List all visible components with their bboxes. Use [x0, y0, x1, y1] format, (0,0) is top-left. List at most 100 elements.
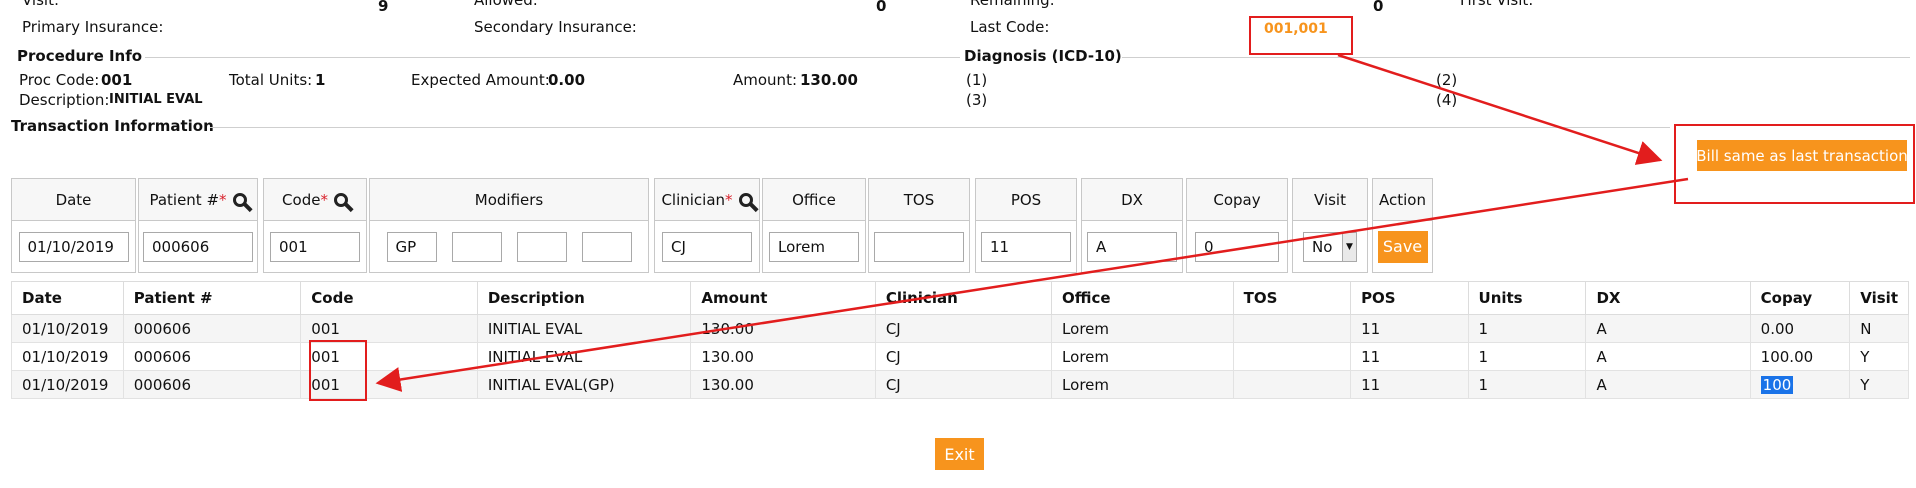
diagnosis-3: (3): [966, 91, 988, 109]
annotation-box-bill-same: [1674, 124, 1915, 204]
office-input[interactable]: Lorem: [769, 231, 859, 262]
amount-label: Amount:: [733, 71, 797, 89]
cell-visit: N: [1849, 314, 1909, 343]
cell-amount: 130.00: [690, 342, 876, 371]
cell-tos: [1232, 370, 1352, 399]
cell-copay: 0.00: [1749, 314, 1851, 343]
entry-visit-header: Visit: [1293, 179, 1367, 221]
last-code-label: Last Code:: [970, 18, 1050, 36]
remaining-label: Remaining:: [970, 0, 1055, 9]
col-amount: Amount: [690, 281, 876, 315]
transaction-info-title: Transaction Information: [11, 117, 214, 135]
clinician-search-icon[interactable]: [738, 192, 753, 207]
primary-insurance-label: Primary Insurance:: [22, 18, 164, 36]
pos-input[interactable]: 11: [981, 231, 1071, 262]
code-input[interactable]: 001: [270, 231, 360, 262]
cell-dx: A: [1585, 314, 1751, 343]
cell-patient: 000606: [122, 370, 302, 399]
clinician-input[interactable]: CJ: [662, 231, 752, 262]
diagnosis-title: Diagnosis (ICD-10): [964, 47, 1122, 65]
modifier-1-input[interactable]: GP: [386, 231, 437, 262]
cell-patient: 000606: [122, 342, 302, 371]
cell-clinician: CJ: [874, 370, 1053, 399]
entry-code-header: Code: [282, 190, 321, 209]
patient-input[interactable]: 000606: [143, 231, 253, 262]
col-clinician: Clinician: [874, 281, 1053, 315]
secondary-insurance-label: Secondary Insurance:: [474, 18, 637, 36]
cell-pos: 11: [1350, 314, 1469, 343]
annotation-box-last-code: [1249, 16, 1353, 55]
entry-tos-header: TOS: [869, 179, 969, 221]
patient-search-icon[interactable]: [232, 192, 247, 207]
entry-copay-header: Copay: [1187, 179, 1287, 221]
cell-pos: 11: [1350, 370, 1469, 399]
entry-date-cell: Date 01/10/2019: [11, 178, 136, 273]
exit-button[interactable]: Exit: [935, 438, 984, 470]
cell-copay[interactable]: 100: [1749, 370, 1851, 399]
entry-dx-cell: DX A: [1081, 178, 1183, 273]
cell-office: Lorem: [1051, 342, 1234, 371]
total-units-value: 1: [315, 71, 326, 89]
description-value: INITIAL EVAL: [109, 92, 203, 107]
dx-input[interactable]: A: [1087, 231, 1177, 262]
transaction-info-rule: [210, 127, 1670, 128]
cell-units: 1: [1467, 370, 1587, 399]
cell-pos: 11: [1350, 342, 1469, 371]
entry-tos-cell: TOS: [868, 178, 970, 273]
visit-value: 9: [378, 0, 389, 15]
entry-dx-header: DX: [1082, 179, 1182, 221]
modifier-4-input[interactable]: [581, 231, 632, 262]
col-copay: Copay: [1749, 281, 1851, 315]
proc-code-value: 001: [101, 71, 133, 89]
col-units: Units: [1467, 281, 1587, 315]
modifier-3-input[interactable]: [516, 231, 567, 262]
col-office: Office: [1051, 281, 1234, 315]
cell-clinician: CJ: [874, 314, 1053, 343]
cell-dx: A: [1585, 370, 1751, 399]
expected-amount-value: 0.00: [548, 71, 586, 89]
cell-visit: Y: [1849, 342, 1909, 371]
chevron-down-icon[interactable]: ▼: [1342, 232, 1356, 261]
clinician-required-mark: *: [725, 190, 733, 209]
table-row[interactable]: 01/10/2019 000606 001 INITIAL EVAL 130.0…: [11, 314, 1909, 343]
entry-pos-cell: POS 11: [975, 178, 1077, 273]
table-row[interactable]: 01/10/2019 000606 001 INITIAL EVAL 130.0…: [11, 342, 1909, 371]
col-pos: POS: [1350, 281, 1469, 315]
save-button[interactable]: Save: [1377, 230, 1428, 263]
cell-office: Lorem: [1051, 314, 1234, 343]
first-visit-label: First Visit:: [1460, 0, 1534, 9]
date-input[interactable]: 01/10/2019: [18, 231, 129, 262]
entry-pos-header: POS: [976, 179, 1076, 221]
cell-dx: A: [1585, 342, 1751, 371]
col-code: Code: [300, 281, 478, 315]
cell-date: 01/10/2019: [11, 314, 124, 343]
cell-code: 001: [300, 314, 478, 343]
cell-clinician: CJ: [874, 342, 1053, 371]
cell-units: 1: [1467, 314, 1587, 343]
entry-action-header: Action: [1373, 179, 1432, 221]
amount-value: 130.00: [800, 71, 858, 89]
cell-visit: Y: [1849, 370, 1909, 399]
visit-select[interactable]: No ▼: [1303, 231, 1357, 262]
col-dx: DX: [1585, 281, 1751, 315]
modifier-2-input[interactable]: [451, 231, 502, 262]
diagnosis-4: (4): [1436, 91, 1458, 109]
cell-copay: 100.00: [1749, 342, 1851, 371]
cell-amount: 130.00: [690, 314, 876, 343]
table-header-row: Date Patient # Code Description Amount C…: [11, 281, 1909, 315]
entry-code-cell: Code * 001: [263, 178, 367, 273]
cell-units: 1: [1467, 342, 1587, 371]
diagnosis-rule: [1122, 57, 1910, 58]
tos-input[interactable]: [874, 231, 964, 262]
entry-clinician-header: Clinician: [661, 190, 726, 209]
code-search-icon[interactable]: [333, 192, 348, 207]
entry-action-cell: Action Save: [1372, 178, 1433, 273]
cell-amount: 130.00: [690, 370, 876, 399]
copay-input[interactable]: 0: [1195, 231, 1279, 262]
entry-clinician-cell: Clinician * CJ: [654, 178, 760, 273]
annotation-box-code-cells: [309, 340, 367, 401]
table-row[interactable]: 01/10/2019 000606 001 INITIAL EVAL(GP) 1…: [11, 370, 1909, 399]
cell-date: 01/10/2019: [11, 370, 124, 399]
entry-modifiers-header: Modifiers: [370, 179, 648, 221]
selected-copay-text[interactable]: 100: [1760, 375, 1794, 394]
